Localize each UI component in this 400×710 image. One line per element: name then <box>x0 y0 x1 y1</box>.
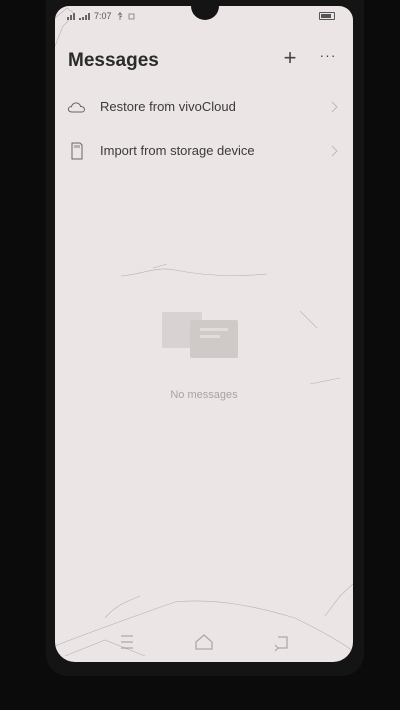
page-title: Messages <box>68 50 159 71</box>
new-message-button[interactable]: + <box>279 47 301 70</box>
more-options-button[interactable]: ··· <box>317 48 339 70</box>
navigation-bar <box>55 630 353 654</box>
back-icon[interactable] <box>270 630 294 654</box>
restore-from-cloud-item[interactable]: Restore from vivoCloud <box>55 92 353 122</box>
status-time: 7:07 <box>94 11 112 21</box>
status-left: 7:07 <box>67 11 135 21</box>
menu-icon[interactable] <box>115 630 139 654</box>
usb-icon <box>117 12 122 20</box>
restore-from-cloud-label: Restore from vivoCloud <box>100 99 236 114</box>
home-icon[interactable] <box>192 630 216 654</box>
notification-icon <box>128 13 134 19</box>
signal-2-icon <box>79 12 90 20</box>
header: Messages + ··· <box>55 46 353 76</box>
empty-messages-illustration <box>162 312 238 358</box>
chevron-right-icon <box>331 101 338 113</box>
cloud-icon <box>67 102 86 113</box>
empty-state-text: No messages <box>170 389 238 401</box>
chevron-right-icon <box>331 145 338 157</box>
signal-icon <box>67 12 75 20</box>
status-bar: 7:07 <box>55 6 353 28</box>
import-from-storage-label: Import from storage device <box>100 143 255 158</box>
import-from-storage-item[interactable]: Import from storage device <box>55 136 353 166</box>
sd-card-icon <box>71 142 83 160</box>
battery-icon <box>319 12 335 20</box>
phone-screen: 7:07 Messages + ··· Restore from vivoClo… <box>55 6 353 662</box>
